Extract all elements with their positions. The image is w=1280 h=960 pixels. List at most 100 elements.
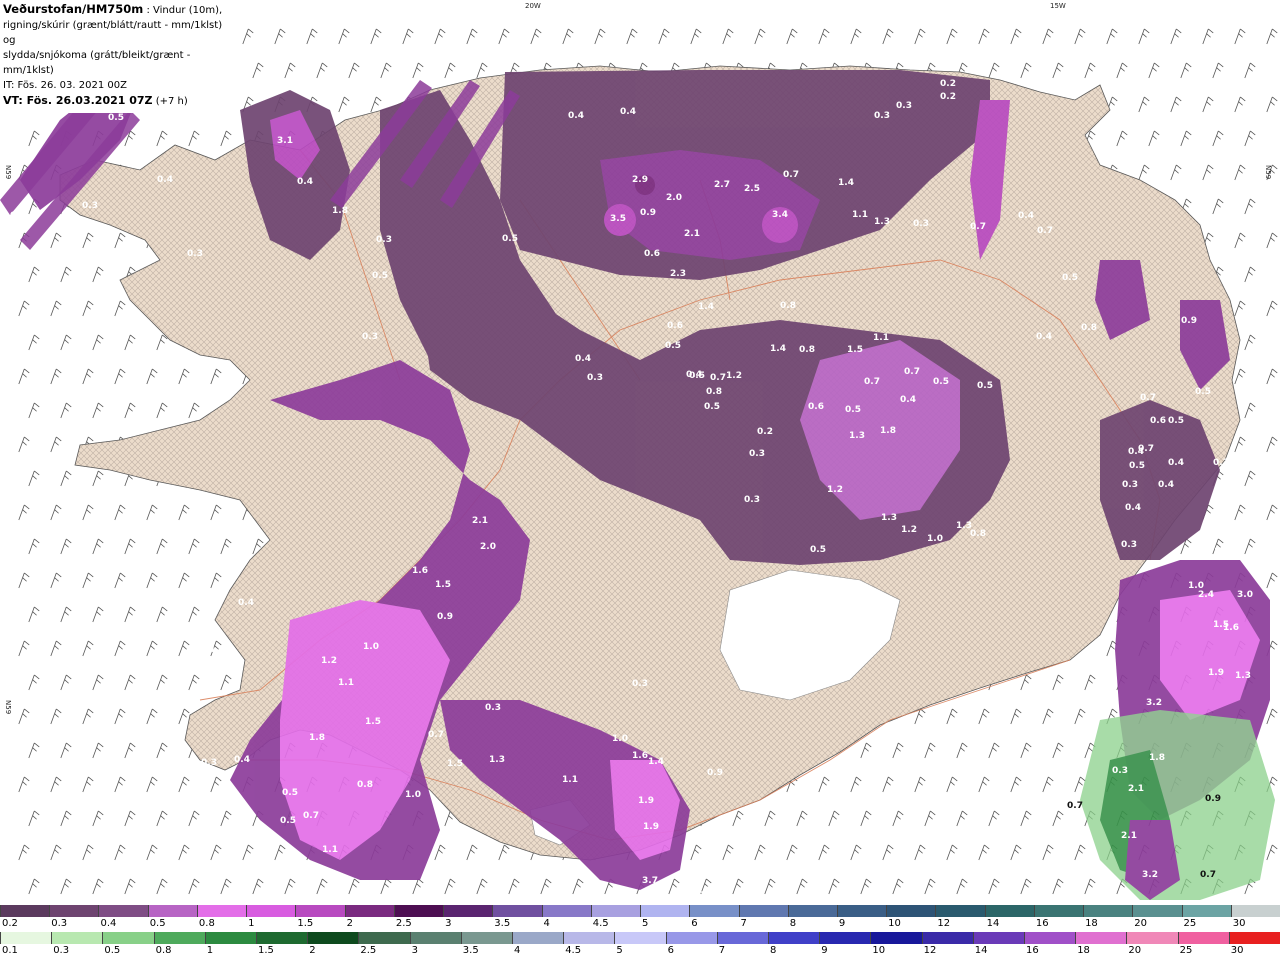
snow-scale-label: 4.5: [592, 918, 609, 929]
rain-scale-swatch: [819, 932, 871, 944]
rain-scale-label: 0.8: [155, 945, 172, 956]
precip-value-label: 1.5: [365, 717, 381, 727]
header-title: Veðurstofan/HM750m: [3, 2, 144, 16]
rain-scale-label: 0.5: [104, 945, 121, 956]
rain-scale-swatch: [102, 932, 154, 944]
snow-scale-label: 18: [1085, 918, 1098, 929]
snow-scale-swatch: [1230, 905, 1280, 917]
snow-scale-label: 12: [937, 918, 951, 929]
header-valid-time: VT: Fös. 26.03.2021 07Z: [3, 94, 153, 107]
precip-value-label: 1.1: [322, 845, 338, 855]
snow-scale-swatch: [787, 905, 837, 917]
precip-value-label: 0.5: [282, 788, 298, 798]
snow-scale-label: 16: [1035, 918, 1049, 929]
snow-scale-label: 14: [986, 918, 1000, 929]
rain-scale-label: 18: [1077, 945, 1090, 956]
snow-scale-swatch: [295, 905, 345, 917]
precip-value-label: 0.6: [808, 402, 824, 412]
snow-scale-label: 0.3: [51, 918, 68, 929]
precip-value-label: 1.9: [1208, 668, 1224, 678]
precip-value-label: 2.5: [744, 184, 760, 194]
precip-value-label: 0.3: [587, 373, 603, 383]
precip-value-label: 2.1: [1121, 831, 1137, 841]
rain-scale-label: 12: [923, 945, 937, 956]
snow-scale-swatch: [590, 905, 641, 917]
precip-value-label: 2.1: [472, 516, 488, 526]
precip-value-label: 0.5: [1129, 461, 1145, 471]
precip-value-label: 1.8: [1149, 753, 1165, 763]
precip-value-label: 3.5: [610, 214, 626, 224]
precip-value-label: 1.4: [770, 344, 786, 354]
precip-value-label: 0.3: [1213, 458, 1229, 468]
precip-value-label: 0.4: [1036, 332, 1052, 342]
precip-value-label: 1.2: [726, 371, 742, 381]
rain-scale-label: 1.5: [258, 945, 274, 956]
precip-value-label: 0.7: [1140, 393, 1156, 403]
precip-value-label: 0.5: [1062, 273, 1078, 283]
rain-scale-swatch: [563, 932, 615, 944]
rain-scale-label: 4: [514, 945, 521, 956]
snow-scale-swatch: [1033, 905, 1084, 917]
precip-value-label: 0.2: [940, 79, 956, 89]
snow-scale-label: 0.2: [2, 918, 18, 929]
precip-value-label: 0.5: [280, 816, 296, 826]
precip-value-label: 0.6: [667, 321, 683, 331]
precip-value-label: 1.5: [847, 345, 863, 355]
precip-value-label: 0.5: [977, 381, 993, 391]
rain-scale-swatch: [1177, 932, 1229, 944]
precip-value-label: 0.3: [1122, 480, 1138, 490]
precip-value-label: 1.0: [1214, 547, 1230, 557]
rain-scale-label: 0.1: [2, 945, 18, 956]
precip-value-label: 0.4: [900, 395, 916, 405]
precip-value-label: 0.8: [706, 387, 722, 397]
precip-value-label: 0.7: [970, 222, 986, 232]
snow-scale-label: 3: [445, 918, 452, 929]
precip-value-label: 0.2: [940, 92, 956, 102]
precip-value-label: 0.5: [845, 405, 861, 415]
precip-value-label: 0.9: [707, 768, 723, 778]
precip-value-label: 0.5: [810, 545, 826, 555]
precip-value-label: 1.1: [338, 678, 354, 688]
precip-value-label: 1.3: [849, 431, 865, 441]
rain-scale-label: 4.5: [565, 945, 582, 956]
precip-value-label: 1.8: [309, 733, 325, 743]
rain-scale-swatch: [153, 932, 205, 944]
precip-value-label: 1.0: [363, 642, 379, 652]
precip-value-label: 1.3: [489, 755, 505, 765]
map-canvas: 2.3 1.2 0.5 0.3 3.1 0.4 1.8 0.3 0.4 0.3 0.3 0.5 0.3 0…: [0, 0, 1280, 905]
precip-value-label: 3.2: [1146, 698, 1162, 708]
precip-value-label: 0.7: [428, 730, 444, 740]
snow-scale-label: 6: [691, 918, 698, 929]
rain-scale-swatch: [1024, 932, 1076, 944]
precip-value-label: 0.7: [783, 170, 799, 180]
precip-value-label: 1.9: [638, 796, 654, 806]
snow-scale-labels: 0.2 0.3 0.4 0.5 0.8 1 1.5 2 2.5 3 3.5 4 4.5 5 6 7 8 9 10 12…: [0, 918, 1280, 932]
precip-value-label: 0.5: [1195, 387, 1211, 397]
rain-scale-swatch: [921, 932, 973, 944]
lat-label-east: N59: [1264, 165, 1272, 180]
precip-value-label: 0.8: [357, 780, 373, 790]
precip-value-label: 0.3: [1121, 540, 1137, 550]
snow-scale-label: 9: [838, 918, 846, 929]
precip-value-label: 0.4: [297, 177, 313, 187]
snow-scale-swatch: [49, 905, 99, 917]
rain-scale-swatch: [1126, 932, 1178, 944]
precip-value-label: 3.4: [772, 210, 788, 220]
precip-value-label: 0.4: [575, 354, 591, 364]
rain-scale-label: 1: [206, 945, 214, 956]
precip-value-label: 0.5: [108, 113, 124, 123]
snow-scale-label: 4: [543, 918, 550, 929]
snow-scale-swatch: [344, 905, 394, 917]
precip-value-label: 0.3: [376, 235, 392, 245]
precip-value-label: 0.6: [1150, 416, 1166, 426]
precip-value-label: 0.7: [1200, 870, 1216, 880]
precip-value-label: 0.4: [238, 598, 254, 608]
rain-scale-label: 3: [411, 945, 418, 956]
rain-scale-swatch: [0, 932, 52, 944]
precip-value-label: 0.3: [744, 495, 760, 505]
snow-scale-label: 1: [248, 918, 255, 929]
header-line2: rigning/skúrir (grænt/blátt/rautt - mm/1…: [3, 20, 223, 46]
precip-value-label: 0.3: [913, 219, 929, 229]
rain-scale-label: 30: [1230, 945, 1244, 956]
rain-scale-label: 2: [309, 945, 316, 956]
